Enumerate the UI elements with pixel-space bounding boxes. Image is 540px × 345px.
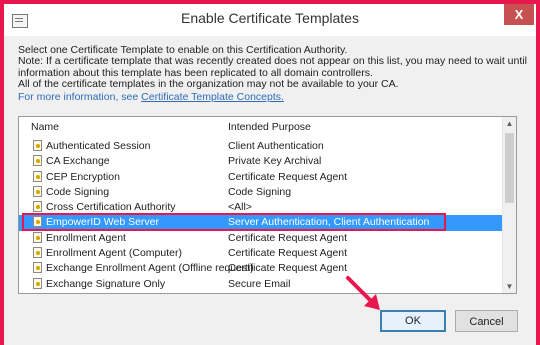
list-item-selected[interactable]: EmpowerID Web Server Server Authenticatio… <box>19 213 503 232</box>
dialog-body: Select one Certificate Template to enabl… <box>4 36 536 345</box>
template-name: Exchange Enrollment Agent (Offline reque… <box>46 262 254 275</box>
description-text: Select one Certificate Template to enabl… <box>18 44 527 90</box>
list-item[interactable]: CA Exchange Private Key Archival <box>19 154 503 169</box>
certificate-template-icon <box>33 185 42 197</box>
certificate-template-icon <box>33 140 42 151</box>
ok-button[interactable]: OK <box>380 310 446 332</box>
template-name: Authenticated Session <box>46 140 151 152</box>
scroll-down-icon[interactable]: ▼ <box>503 280 516 293</box>
list-item[interactable]: Code Signing Code Signing <box>19 185 503 200</box>
certificate-template-list[interactable]: Name Intended Purpose Authenticated Sess… <box>18 116 517 294</box>
list-header: Name Intended Purpose <box>19 117 503 137</box>
more-info-prefix: For more information, see <box>18 91 139 103</box>
certificate-template-concepts-link[interactable]: Certificate Template Concepts. <box>141 91 284 103</box>
certificate-template-icon <box>33 277 42 289</box>
list-item[interactable]: Cross Certification Authority <All> <box>19 200 503 215</box>
close-button[interactable]: X <box>504 4 534 25</box>
scroll-up-icon[interactable]: ▲ <box>503 117 516 130</box>
certificate-template-icon <box>33 247 42 259</box>
intended-purpose: Client Authentication <box>228 140 324 152</box>
certificate-template-icon <box>33 262 42 274</box>
window-title: Enable Certificate Templates <box>181 10 359 26</box>
intended-purpose: Server Authentication, Client Authentica… <box>228 216 430 229</box>
intended-purpose: <All> <box>228 201 252 214</box>
cancel-button[interactable]: Cancel <box>455 310 518 332</box>
intended-purpose: Certificate Request Agent <box>228 262 348 275</box>
list-rows: Authenticated Session Client Authenticati… <box>19 139 503 292</box>
list-item[interactable]: Exchange Signature Only Secure Email <box>19 277 503 292</box>
title-bar: Enable Certificate Templates X <box>4 4 536 36</box>
template-name: EmpowerID Web Server <box>46 216 160 229</box>
certificate-template-icon <box>33 201 42 213</box>
scroll-thumb[interactable] <box>505 133 514 203</box>
description-line: Note: If a certificate template that was… <box>18 55 527 68</box>
list-item[interactable]: Authenticated Session Client Authenticati… <box>19 139 503 154</box>
intended-purpose: Certificate Request Agent <box>228 247 348 260</box>
annotation-arrow-icon <box>346 276 380 310</box>
screenshot-frame: Enable Certificate Templates X Select on… <box>0 0 540 345</box>
certificate-template-icon <box>33 155 42 167</box>
template-name: Code Signing <box>46 185 110 198</box>
intended-purpose: Secure Email <box>228 277 291 290</box>
column-header-purpose[interactable]: Intended Purpose <box>228 121 311 133</box>
certificate-template-icon <box>33 216 42 228</box>
intended-purpose: Code Signing <box>228 185 292 198</box>
template-name: Enrollment Agent (Computer) <box>46 247 182 260</box>
certificate-template-icon <box>33 231 42 243</box>
column-header-name[interactable]: Name <box>31 121 59 133</box>
intended-purpose: Private Key Archival <box>228 155 322 168</box>
list-item[interactable]: Enrollment Agent Certificate Request Agen… <box>19 231 503 246</box>
vertical-scrollbar[interactable]: ▲ ▼ <box>502 117 516 293</box>
template-name: CA Exchange <box>46 155 110 168</box>
more-info-line: For more information, see Certificate Te… <box>18 91 284 103</box>
description-line: All of the certificate templates in the … <box>18 77 399 90</box>
template-name: Exchange Signature Only <box>46 277 166 290</box>
certificate-template-icon <box>33 170 42 182</box>
list-item[interactable]: Enrollment Agent (Computer) Certificate R… <box>19 246 503 261</box>
list-item[interactable]: CEP Encryption Certificate Request Agent <box>19 170 503 185</box>
template-name: Cross Certification Authority <box>46 201 176 214</box>
template-name: CEP Encryption <box>46 170 120 183</box>
intended-purpose: Certificate Request Agent <box>228 231 348 244</box>
template-name: Enrollment Agent <box>46 231 126 244</box>
intended-purpose: Certificate Request Agent <box>228 170 348 183</box>
list-item[interactable]: Exchange Enrollment Agent (Offline reque… <box>19 261 503 276</box>
